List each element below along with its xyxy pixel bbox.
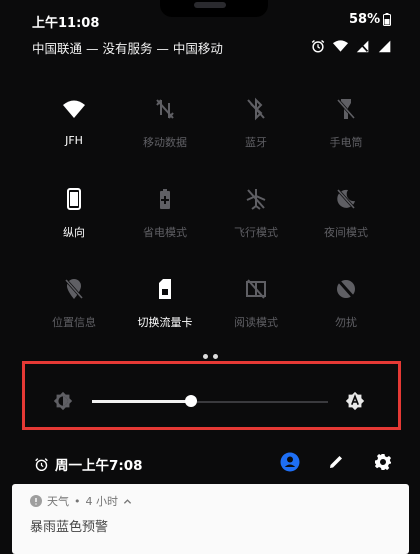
location-off-icon <box>64 279 84 299</box>
tile-airplane[interactable]: 飞行模式 <box>206 187 306 257</box>
notification-header: 天气 • 4 小时 <box>30 493 132 509</box>
airplane-off-icon <box>246 189 266 210</box>
next-alarm[interactable]: 周一上午7:08 <box>34 454 143 474</box>
tile-flashlight[interactable]: 手电筒 <box>296 97 396 167</box>
tile-label: 飞行模式 <box>234 226 278 239</box>
alarm-status-icon <box>311 39 325 53</box>
status-icons <box>310 38 393 54</box>
battery-saver-icon <box>160 189 170 209</box>
notification-title: 暴雨蓝色预警 <box>30 520 109 535</box>
tile-mobile-data[interactable]: 移动数据 <box>115 97 215 167</box>
do-not-disturb-off-icon <box>336 279 356 299</box>
tile-reading-mode[interactable]: 阅读模式 <box>206 277 306 347</box>
status-battery: 58% <box>349 12 392 27</box>
night-mode-off-icon <box>336 189 356 209</box>
user-icon[interactable] <box>280 452 300 472</box>
battery-percent: 58% <box>349 12 381 27</box>
tile-bluetooth[interactable]: 蓝牙 <box>206 97 306 167</box>
tile-label: 位置信息 <box>52 316 96 329</box>
alarm-label: 周一上午7:08 <box>55 458 143 474</box>
tile-label: 勿扰 <box>335 316 357 329</box>
alarm-icon <box>35 457 48 471</box>
auto-brightness-icon[interactable] <box>344 390 366 412</box>
brightness-icon <box>53 391 73 411</box>
tile-switch-sim[interactable]: 切换流量卡 <box>115 277 215 347</box>
portrait-icon <box>67 188 81 210</box>
battery-icon <box>383 13 392 26</box>
wifi-icon <box>63 100 85 118</box>
bluetooth-off-icon <box>247 97 265 121</box>
tile-label: 阅读模式 <box>234 316 278 329</box>
tile-orientation[interactable]: 纵向 <box>24 187 124 257</box>
page-dot <box>213 354 218 359</box>
reading-mode-off-icon <box>246 279 266 299</box>
tile-location[interactable]: 位置信息 <box>24 277 124 347</box>
tile-label: 省电模式 <box>143 226 187 239</box>
notification-time: 4 小时 <box>85 495 119 508</box>
signal-icon <box>378 40 391 53</box>
sim-card-icon <box>159 279 171 299</box>
notification-card[interactable]: 天气 • 4 小时 暴雨蓝色预警 <box>12 484 409 554</box>
wifi-status-icon <box>332 40 349 52</box>
mobile-data-off-icon <box>156 99 174 119</box>
speaker-grille <box>194 2 226 8</box>
gear-icon[interactable] <box>374 453 392 471</box>
separator-dot: • <box>74 494 81 508</box>
status-time: 上午11:08 <box>32 16 100 31</box>
brightness-slider-thumb[interactable] <box>185 395 198 407</box>
edit-icon[interactable] <box>328 454 344 470</box>
carrier-text: 中国联通 — 没有服务 — 中国移动 <box>32 41 223 56</box>
tile-label: 蓝牙 <box>245 136 267 149</box>
tile-label: 手电筒 <box>329 136 363 149</box>
tile-battery-saver[interactable]: 省电模式 <box>115 187 215 257</box>
page-indicator <box>203 354 218 359</box>
tile-label: 移动数据 <box>143 136 187 149</box>
flashlight-off-icon <box>336 99 356 119</box>
info-icon <box>30 495 42 507</box>
notification-app: 天气 <box>47 495 69 508</box>
tile-night-mode[interactable]: 夜间模式 <box>296 187 396 257</box>
page-dot <box>203 354 208 359</box>
signal-no-data-icon <box>356 40 369 53</box>
brightness-slider-fill <box>92 400 192 403</box>
tile-label: 夜间模式 <box>324 226 368 239</box>
tile-do-not-disturb[interactable]: 勿扰 <box>296 277 396 347</box>
tile-label: 切换流量卡 <box>137 316 193 329</box>
tile-label: 纵向 <box>63 226 85 239</box>
tile-label: JFH <box>65 134 83 147</box>
tile-wifi[interactable]: JFH <box>24 97 124 167</box>
chevron-up-icon[interactable] <box>123 497 132 506</box>
